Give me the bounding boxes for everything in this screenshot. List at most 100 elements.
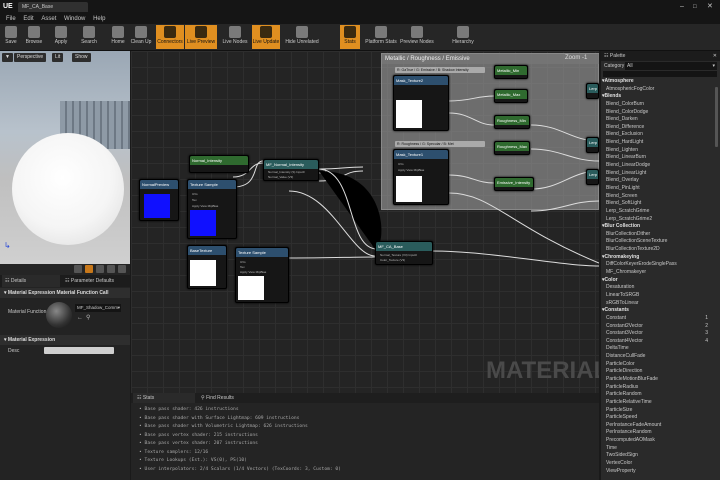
palette-item[interactable]: ParticleSpeed: [601, 414, 720, 422]
palette-item[interactable]: ParticleRelativeTime: [601, 399, 720, 407]
lerp-node-3[interactable]: Lerp: [586, 169, 599, 185]
palette-item[interactable]: Lerp_ScratchGrime: [601, 208, 720, 216]
live-update-button[interactable]: Live Update: [252, 25, 280, 49]
palette-search-input[interactable]: [603, 71, 717, 77]
browse-asset-icon[interactable]: ⚲: [86, 314, 90, 321]
palette-item[interactable]: Blend_Lighten: [601, 147, 720, 155]
normal-value-input-pin[interactable]: Normal_Value (V3): [268, 175, 293, 179]
material-graph[interactable]: Metallic / Roughness / Emissive Zoom -1 …: [131, 51, 599, 393]
palette-scrollbar[interactable]: [715, 87, 718, 147]
palette-item[interactable]: Constant2Vector 2: [601, 323, 720, 331]
palette-item[interactable]: Blend_SoftLight: [601, 200, 720, 208]
uvs-pin-3[interactable]: UVs: [398, 162, 404, 166]
palette-category[interactable]: ▾Color: [601, 277, 720, 285]
palette-item[interactable]: BlurCollectionDither: [601, 231, 720, 239]
connectors-button[interactable]: Connectors: [156, 25, 184, 49]
palette-item[interactable]: sRGBToLinear: [601, 300, 720, 308]
use-selected-icon[interactable]: ←: [77, 315, 83, 321]
palette-item[interactable]: Blend_Screen: [601, 193, 720, 201]
tab-stats[interactable]: ☷ Stats: [133, 393, 195, 403]
normal-preview-node[interactable]: NormalPreview: [139, 179, 179, 221]
palette-item[interactable]: ParticleMotionBlurFade: [601, 376, 720, 384]
palette-item[interactable]: Blend_ColorBurn: [601, 101, 720, 109]
palette-item[interactable]: TwoSidedSign: [601, 452, 720, 460]
emissive-intensity-node[interactable]: Emissive_Intensity: [494, 177, 534, 191]
desc-input[interactable]: [44, 347, 114, 354]
roughness-max-node[interactable]: Roughness_Max: [494, 141, 530, 155]
palette-item[interactable]: Blend_ColorDodge: [601, 109, 720, 117]
tab-parameter-defaults[interactable]: ☷ Parameter Defaults: [62, 275, 128, 287]
palette-item[interactable]: ParticleDirection: [601, 368, 720, 376]
palette-item[interactable]: ViewProperty: [601, 468, 720, 476]
mf-normal-intensity-node[interactable]: MF_Normal_Intensity Normal_Intensity (S)…: [263, 159, 319, 181]
category-dropdown[interactable]: All ▾: [625, 62, 717, 70]
material-function-dropdown[interactable]: MF_Shadow_Comm ▾: [75, 304, 121, 312]
color-texture-input-pin[interactable]: Color_Texture (V3): [380, 258, 405, 262]
menu-edit[interactable]: Edit: [23, 16, 33, 22]
palette-item[interactable]: Time: [601, 445, 720, 453]
palette-item[interactable]: DiffColorKeyerErodeSinglePass: [601, 261, 720, 269]
palette-category[interactable]: ▾Atmosphere: [601, 78, 720, 86]
palette-item[interactable]: Constant 1: [601, 315, 720, 323]
home-button[interactable]: Home: [109, 25, 127, 49]
base-texture-node[interactable]: BaseTexture: [187, 245, 227, 289]
menu-help[interactable]: Help: [93, 16, 105, 22]
perspective-button[interactable]: Perspective: [14, 53, 47, 62]
texture-sample-node-1[interactable]: Texture Sample UVs Tex Apply View MipBia…: [187, 179, 237, 239]
live-preview-button[interactable]: Live Preview: [185, 25, 217, 49]
mip-bias-pin-2[interactable]: Apply View MipBias: [240, 270, 266, 274]
palette-category[interactable]: ▾Chromakeying: [601, 254, 720, 262]
palette-item[interactable]: Desaturation: [601, 284, 720, 292]
palette-item[interactable]: Lerp_ScratchGrime2: [601, 216, 720, 224]
palette-item[interactable]: DeltaTime: [601, 345, 720, 353]
tex-pin[interactable]: Tex: [192, 198, 197, 202]
tex-pin-2[interactable]: Tex: [240, 265, 245, 269]
cube-icon[interactable]: [107, 265, 115, 273]
lit-button[interactable]: Lit: [52, 53, 64, 62]
palette-item[interactable]: ParticleRandom: [601, 391, 720, 399]
maximize-button[interactable]: □: [693, 0, 697, 14]
palette-item[interactable]: BlurCollectionTexture2D: [601, 246, 720, 254]
palette-item[interactable]: Blend_LinearBurn: [601, 154, 720, 162]
section-function-call[interactable]: ▾ Material Expression Material Function …: [0, 288, 130, 298]
save-button[interactable]: Save: [2, 25, 20, 49]
cylinder-icon[interactable]: [74, 265, 82, 273]
lerp-node-1[interactable]: Lerp: [586, 83, 599, 99]
palette-item[interactable]: AtmosphericFogColor: [601, 86, 720, 94]
uvs-pin[interactable]: UVs: [192, 192, 198, 196]
browse-button[interactable]: Browse: [22, 25, 46, 49]
palette-item[interactable]: ParticleColor: [601, 361, 720, 369]
metallic-min-node[interactable]: Metallic_Min: [494, 65, 528, 79]
palette-item[interactable]: BlurCollectionSceneTexture: [601, 238, 720, 246]
sphere-icon[interactable]: [85, 265, 93, 273]
plane-icon[interactable]: [96, 265, 104, 273]
palette-item[interactable]: Constant4Vector 4: [601, 338, 720, 346]
palette-item[interactable]: PrecomputedAOMask: [601, 437, 720, 445]
palette-item[interactable]: VertexColor: [601, 460, 720, 468]
viewport-menu-button[interactable]: ▼: [2, 53, 13, 62]
palette-item[interactable]: LinearToSRGB: [601, 292, 720, 300]
palette-category[interactable]: ▾Blur Collection: [601, 223, 720, 231]
tab-find-results[interactable]: ⚲ Find Results: [197, 393, 263, 403]
palette-item[interactable]: ParticleSize: [601, 407, 720, 415]
preview-viewport[interactable]: ▼ Perspective Lit Show ↳: [0, 51, 130, 264]
tab-details[interactable]: ☷ Details: [2, 275, 60, 287]
show-button[interactable]: Show: [72, 53, 91, 62]
texture-sample-node-2[interactable]: Texture Sample UVs Tex Apply View MipBia…: [235, 247, 289, 303]
mip-bias-pin-3[interactable]: Apply View MipBias: [398, 168, 424, 172]
stats-button[interactable]: Stats: [340, 25, 360, 49]
palette-item[interactable]: Blend_LinearLight: [601, 170, 720, 178]
palette-item[interactable]: Constant3Vector 3: [601, 330, 720, 338]
palette-item[interactable]: ParticleRadius: [601, 384, 720, 392]
palette-item[interactable]: Blend_Darken: [601, 116, 720, 124]
menu-file[interactable]: File: [6, 16, 16, 22]
lerp-node-2[interactable]: Lerp: [586, 137, 599, 153]
preview-nodes-button[interactable]: Preview Nodes: [400, 25, 434, 49]
uvs-pin-2[interactable]: UVs: [240, 260, 246, 264]
palette-item[interactable]: Blend_LinearDodge: [601, 162, 720, 170]
palette-item[interactable]: Blend_Exclusion: [601, 131, 720, 139]
minimize-button[interactable]: –: [680, 0, 684, 14]
search-button[interactable]: Search: [78, 25, 100, 49]
mask-texture-node-1[interactable]: Mask_Texture2: [393, 75, 449, 131]
palette-item[interactable]: Blend_HardLight: [601, 139, 720, 147]
